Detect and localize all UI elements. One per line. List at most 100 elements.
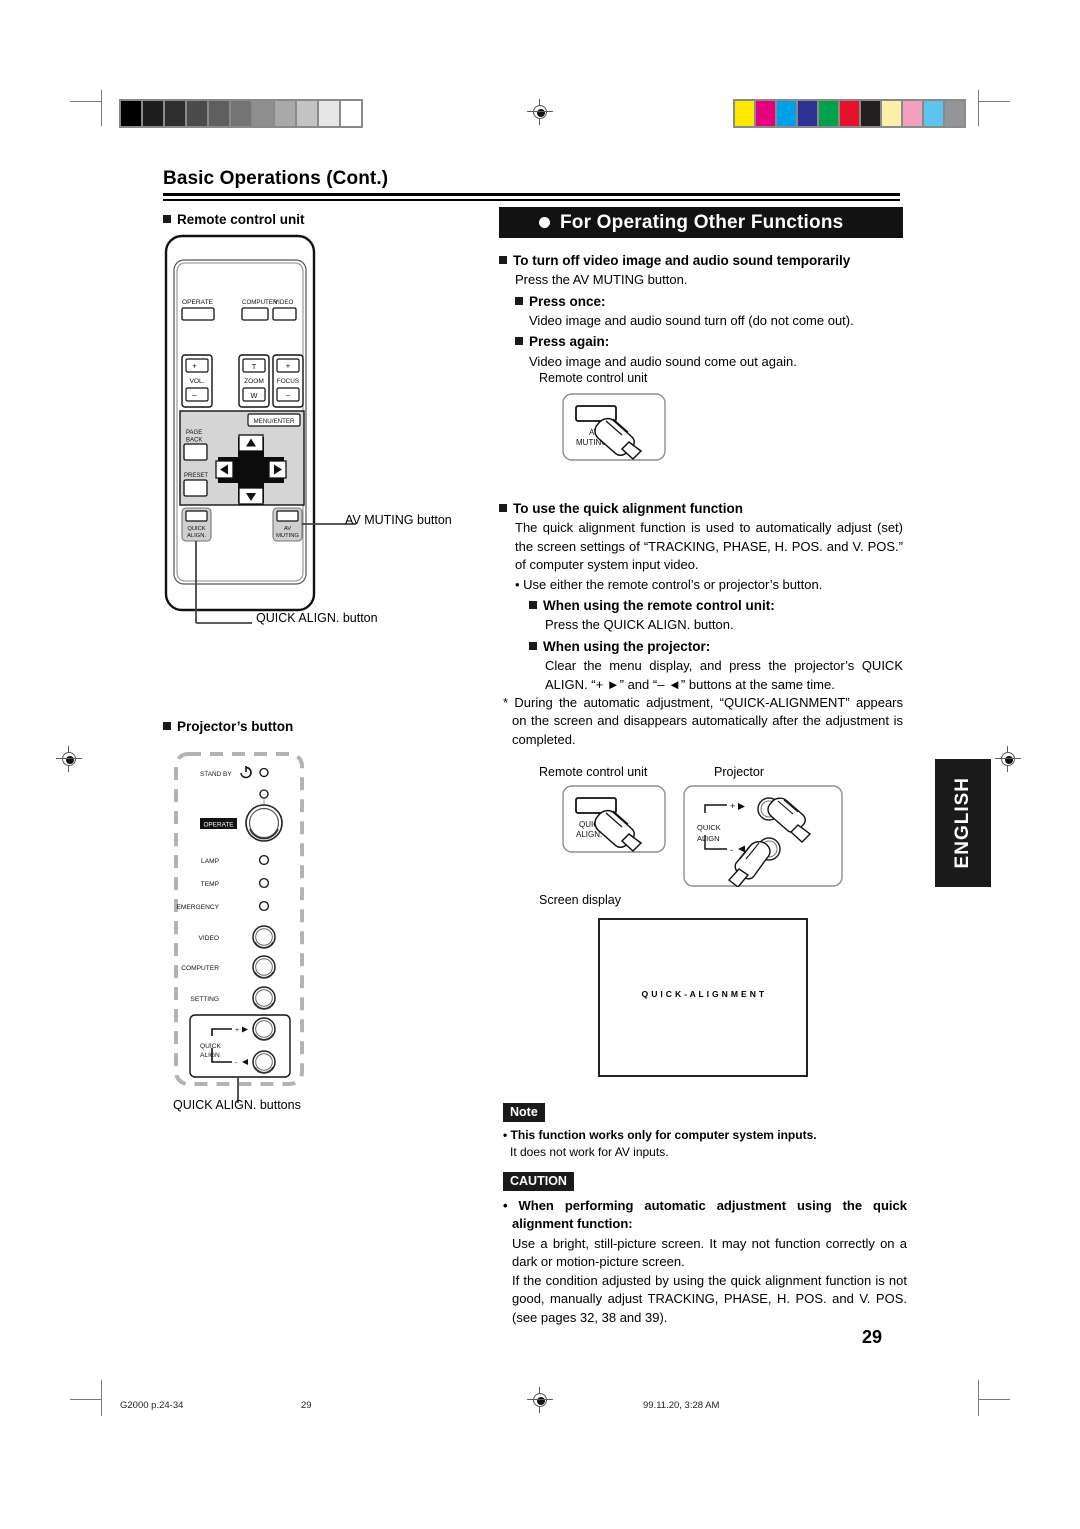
remote-quickalign-label-2: ALIGN. xyxy=(187,533,206,539)
note-badge: Note xyxy=(503,1103,545,1122)
calibration-swatch-8 xyxy=(902,100,923,127)
calibration-swatch-10 xyxy=(944,100,965,127)
when-using-remote-text: Press the QUICK ALIGN. button. xyxy=(545,617,734,633)
caution-paragraph-1: Use a bright, still-picture screen. It m… xyxy=(512,1235,907,1270)
color-calibration-bar xyxy=(733,99,966,128)
calibration-swatch-8 xyxy=(296,100,318,127)
svg-text:+: + xyxy=(286,362,291,371)
projector-panel-svg: STAND BY OPERATE LAMP TEMP EMERGENCY VID… xyxy=(174,752,304,1103)
bullet-square-icon xyxy=(529,601,537,610)
screen-display-frame: Q U I C K - A L I G N M E N T xyxy=(598,918,808,1077)
press-once-text: Video image and audio sound turn off (do… xyxy=(529,312,854,328)
registration-mark-bottom-center xyxy=(527,1387,553,1413)
when-using-projector-heading: When using the projector: xyxy=(529,638,903,655)
calibration-swatch-9 xyxy=(923,100,944,127)
crop-line-top-left xyxy=(70,101,102,102)
quick-align-remote-figure: QUICK ALIGN. xyxy=(562,785,666,858)
av-muting-hand-svg: AV MUTING xyxy=(562,393,666,461)
calibration-swatch-7 xyxy=(274,100,296,127)
bullet-square-icon xyxy=(515,296,523,305)
grayscale-calibration-bar xyxy=(119,99,363,128)
svg-text:-: - xyxy=(730,845,733,855)
projector-operate-label: OPERATE xyxy=(203,822,233,829)
filled-circle-icon xyxy=(539,217,550,228)
page-number: 29 xyxy=(862,1327,883,1347)
quick-figure-remote-caption: Remote control unit xyxy=(539,765,648,779)
crop-line-bottom-left xyxy=(70,1399,102,1400)
quick-figure-projector-caption: Projector xyxy=(714,765,765,779)
language-tab-label: ENGLISH xyxy=(952,777,973,869)
remote-operate-label: OPERATE xyxy=(182,299,214,306)
crop-line-vert-right-bottom xyxy=(978,1380,979,1416)
screen-display-caption: Screen display xyxy=(539,893,621,907)
align-label: ALIGN. xyxy=(576,830,602,839)
crop-line-vert-left-bottom xyxy=(101,1380,102,1416)
calibration-swatch-4 xyxy=(208,100,230,127)
registration-mark-left xyxy=(56,746,82,772)
note-line-1: • This function works only for computer … xyxy=(503,1128,817,1142)
quick-align-paragraph: The quick alignment function is used to … xyxy=(515,520,903,573)
calibration-swatch-3 xyxy=(797,100,818,127)
remote-avmuting-label-1: AV xyxy=(284,526,291,532)
crop-line-vert-left-top xyxy=(101,90,102,126)
registration-mark-top-center xyxy=(527,99,553,125)
remote-page-label: PAGE xyxy=(186,430,202,436)
caution-badge: CAUTION xyxy=(503,1172,574,1191)
mute-figure-caption: Remote control unit xyxy=(539,371,648,385)
caution-paragraph-2: If the condition adjusted by using the q… xyxy=(512,1272,907,1325)
svg-text:T: T xyxy=(252,362,257,371)
footer-timestamp: 99.11.20, 3:28 AM xyxy=(643,1400,720,1411)
mute-section-intro: Press the AV MUTING button. xyxy=(515,272,688,288)
remote-menu-enter-label: MENU/ENTER xyxy=(254,418,295,425)
calibration-swatch-6 xyxy=(860,100,881,127)
calibration-swatch-3 xyxy=(186,100,208,127)
note-line-2: It does not work for AV inputs. xyxy=(510,1145,669,1160)
bullet-square-icon xyxy=(529,641,537,650)
crop-line-vert-right-top xyxy=(978,90,979,126)
remote-zoom-label: ZOOM xyxy=(244,378,264,385)
bullet-square-icon xyxy=(499,504,507,512)
remote-video-label: VIDEO xyxy=(274,299,293,306)
bullet-square-icon xyxy=(515,337,523,346)
registration-mark-right xyxy=(995,746,1021,772)
press-once-heading: Press once: xyxy=(515,293,903,310)
calibration-swatch-2 xyxy=(776,100,797,127)
projector-quick-label-1: QUICK xyxy=(200,1043,221,1050)
calibration-swatch-1 xyxy=(142,100,164,127)
quick-align-projector-svg: + QUICK ALIGN - xyxy=(683,785,843,888)
calibration-swatch-5 xyxy=(839,100,860,127)
projector-temp-label: TEMP xyxy=(201,881,220,888)
remote-avmuting-label-2: MUTING xyxy=(276,533,299,539)
remote-control-unit-heading: Remote control unit xyxy=(163,211,305,228)
page-title: Basic Operations (Cont.) xyxy=(163,168,389,189)
svg-text:+: + xyxy=(192,362,197,371)
projector-quick-text: QUICK xyxy=(697,823,721,832)
projector-lamp-label: LAMP xyxy=(201,858,220,865)
svg-text:+: + xyxy=(235,1027,239,1034)
calibration-swatch-5 xyxy=(230,100,252,127)
projector-panel-illustration: STAND BY OPERATE LAMP TEMP EMERGENCY VID… xyxy=(160,748,460,1123)
quick-align-remote-svg: QUICK ALIGN. xyxy=(562,785,666,853)
av-muting-hand-figure: AV MUTING xyxy=(562,393,666,466)
callout-av-muting-button: AV MUTING button xyxy=(345,513,452,527)
calibration-swatch-6 xyxy=(252,100,274,127)
calibration-swatch-4 xyxy=(818,100,839,127)
title-rule-thick xyxy=(163,193,900,196)
calibration-swatch-7 xyxy=(881,100,902,127)
for-operating-other-functions-banner: For Operating Other Functions xyxy=(499,207,903,238)
calibration-swatch-9 xyxy=(318,100,340,127)
svg-text:+: + xyxy=(730,801,735,811)
bullet-square-icon xyxy=(499,256,507,264)
calibration-swatch-0 xyxy=(120,100,142,127)
projector-video-label: VIDEO xyxy=(198,935,219,942)
remote-computer-label: COMPUTER xyxy=(242,299,278,306)
calibration-swatch-0 xyxy=(734,100,755,127)
svg-text:–: – xyxy=(192,391,197,400)
remote-focus-label: FOCUS xyxy=(277,378,299,385)
footer-page-number: 29 xyxy=(301,1400,312,1411)
projector-computer-label: COMPUTER xyxy=(181,965,219,972)
calibration-swatch-2 xyxy=(164,100,186,127)
svg-text:-: - xyxy=(235,1060,238,1067)
calibration-swatch-10 xyxy=(340,100,362,127)
projector-standby-label: STAND BY xyxy=(200,771,232,778)
